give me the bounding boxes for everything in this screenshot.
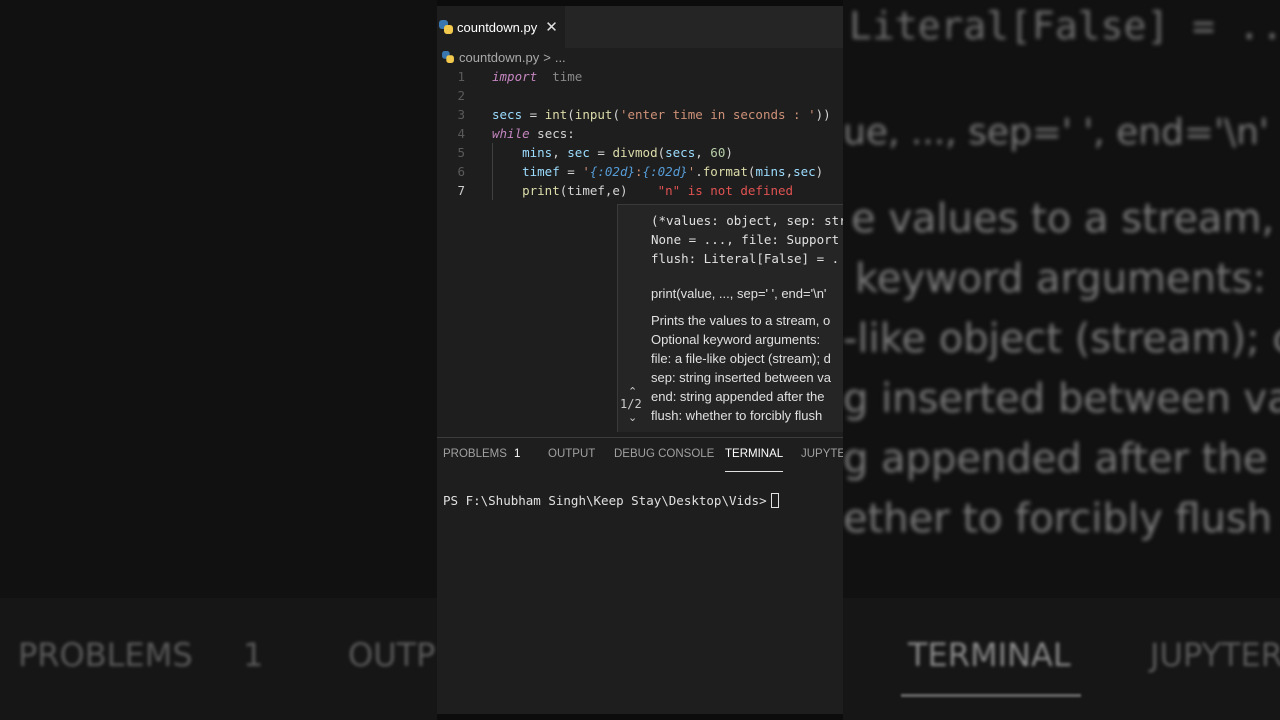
tab-debug-console[interactable]: DEBUG CONSOLE (614, 448, 714, 472)
tab-label: countdown.py (457, 19, 538, 35)
line-number: 1 (457, 69, 465, 84)
code-text: print(timef,e) "n" is not defined (522, 183, 794, 198)
terminal-prompt: PS F:\Shubham Singh\Keep Stay\Desktop\Vi… (443, 493, 767, 508)
blurred-backdrop-right: Literal[False] = .. ue, ..., sep=' ', en… (843, 0, 1280, 720)
tab-countdown-py[interactable]: countdown.py ✕ (437, 6, 565, 48)
code-text: import time (492, 69, 583, 84)
blurred-backdrop-left: PROBLEMS 1 OUTP (0, 0, 437, 720)
code-line[interactable]: 2 (437, 86, 843, 105)
editor-tab-bar: countdown.py ✕ (437, 6, 843, 48)
line-number: 4 (457, 126, 465, 141)
backdrop-line: keyword arguments: (855, 256, 1266, 302)
signature-line: None = ..., file: Support (651, 232, 840, 247)
doc-line: Optional keyword arguments: (651, 332, 821, 347)
breadcrumb-file[interactable]: countdown.py (459, 50, 539, 65)
backdrop-line: -like object (stream); c (843, 316, 1280, 362)
chevron-right-icon: > (543, 49, 551, 65)
backdrop-line: g appended after the (843, 436, 1268, 482)
python-icon (442, 51, 454, 63)
backdrop-line: ether to forcibly flush (843, 496, 1273, 542)
code-text: while secs: (492, 126, 575, 141)
terminal-cursor (770, 493, 779, 508)
backdrop-output: OUTP (348, 636, 436, 674)
code-text: mins, sec = divmod(secs, 60) (522, 145, 733, 160)
code-line[interactable]: 5 mins, sec = divmod(secs, 60) (437, 143, 843, 162)
line-number: 3 (457, 107, 465, 122)
backdrop-jupyter: JUPYTER (1150, 636, 1280, 674)
doc-line: end: string appended after the (651, 389, 825, 404)
code-line[interactable]: 4 while secs: (437, 124, 843, 143)
backdrop-line: e values to a stream, o (851, 196, 1280, 242)
doc-line: file: a file-like object (stream); d (651, 351, 831, 366)
terminal-prompt-line[interactable]: PS F:\Shubham Singh\Keep Stay\Desktop\Vi… (443, 493, 779, 508)
backdrop-line: g inserted between va (843, 376, 1280, 422)
code-line[interactable]: 6 timef = '{:02d}:{:02d}'.format(mins,se… (437, 162, 843, 181)
chevron-down-icon[interactable]: ⌄ (628, 411, 637, 424)
vscode-window: countdown.py ✕ countdown.py > ... 1 impor… (437, 6, 843, 714)
close-icon[interactable]: ✕ (545, 18, 558, 36)
backdrop-problems: PROBLEMS (18, 636, 193, 674)
tab-problems[interactable]: PROBLEMS (443, 448, 507, 472)
backdrop-line: ue, ..., sep=' ', end='\n' (843, 112, 1269, 153)
backdrop-line: Literal[False] = .. (849, 4, 1280, 48)
tab-terminal[interactable]: TERMINAL (725, 448, 784, 472)
signature-line: (*values: object, sep: str (651, 213, 843, 228)
breadcrumb: countdown.py > ... (437, 48, 566, 66)
line-number: 7 (457, 183, 465, 198)
code-line[interactable]: 3 secs = int(input('enter time in seconds… (437, 105, 843, 124)
doc-line: flush: whether to forcibly flush (651, 408, 823, 423)
backdrop-tab-underline (901, 694, 1081, 697)
tab-jupyter[interactable]: JUPYTER (801, 448, 843, 472)
breadcrumb-trail[interactable]: ... (555, 50, 566, 65)
doc-line: Prints the values to a stream, o (651, 313, 831, 328)
signature-help-popup: (*values: object, sep: str None = ..., f… (617, 204, 843, 432)
backdrop-terminal: TERMINAL (908, 636, 1071, 674)
bottom-panel: PROBLEMS 1 OUTPUT DEBUG CONSOLE TERMINAL… (437, 437, 843, 714)
code-text: timef = '{:02d}:{:02d}'.format(mins,sec) (522, 164, 824, 179)
code-line[interactable]: 7 print(timef,e) "n" is not defined (437, 181, 843, 200)
tab-output[interactable]: OUTPUT (548, 448, 595, 472)
line-number: 2 (457, 88, 465, 103)
doc-line: print(value, ..., sep=' ', end='\n' (651, 286, 827, 301)
problems-count-badge: 1 (514, 448, 521, 460)
error-inline-hint: "n" is not defined (657, 183, 794, 198)
code-line[interactable]: 1 import time (437, 67, 843, 86)
signature-line: flush: Literal[False] = . (651, 251, 840, 266)
line-number: 5 (457, 145, 465, 160)
line-number: 6 (457, 164, 465, 179)
doc-line: sep: string inserted between va (651, 370, 831, 385)
python-icon (439, 20, 453, 34)
code-text: secs = int(input('enter time in seconds … (492, 107, 831, 122)
backdrop-problems-count: 1 (243, 636, 264, 674)
signature-pager: 1/2 (620, 397, 642, 411)
